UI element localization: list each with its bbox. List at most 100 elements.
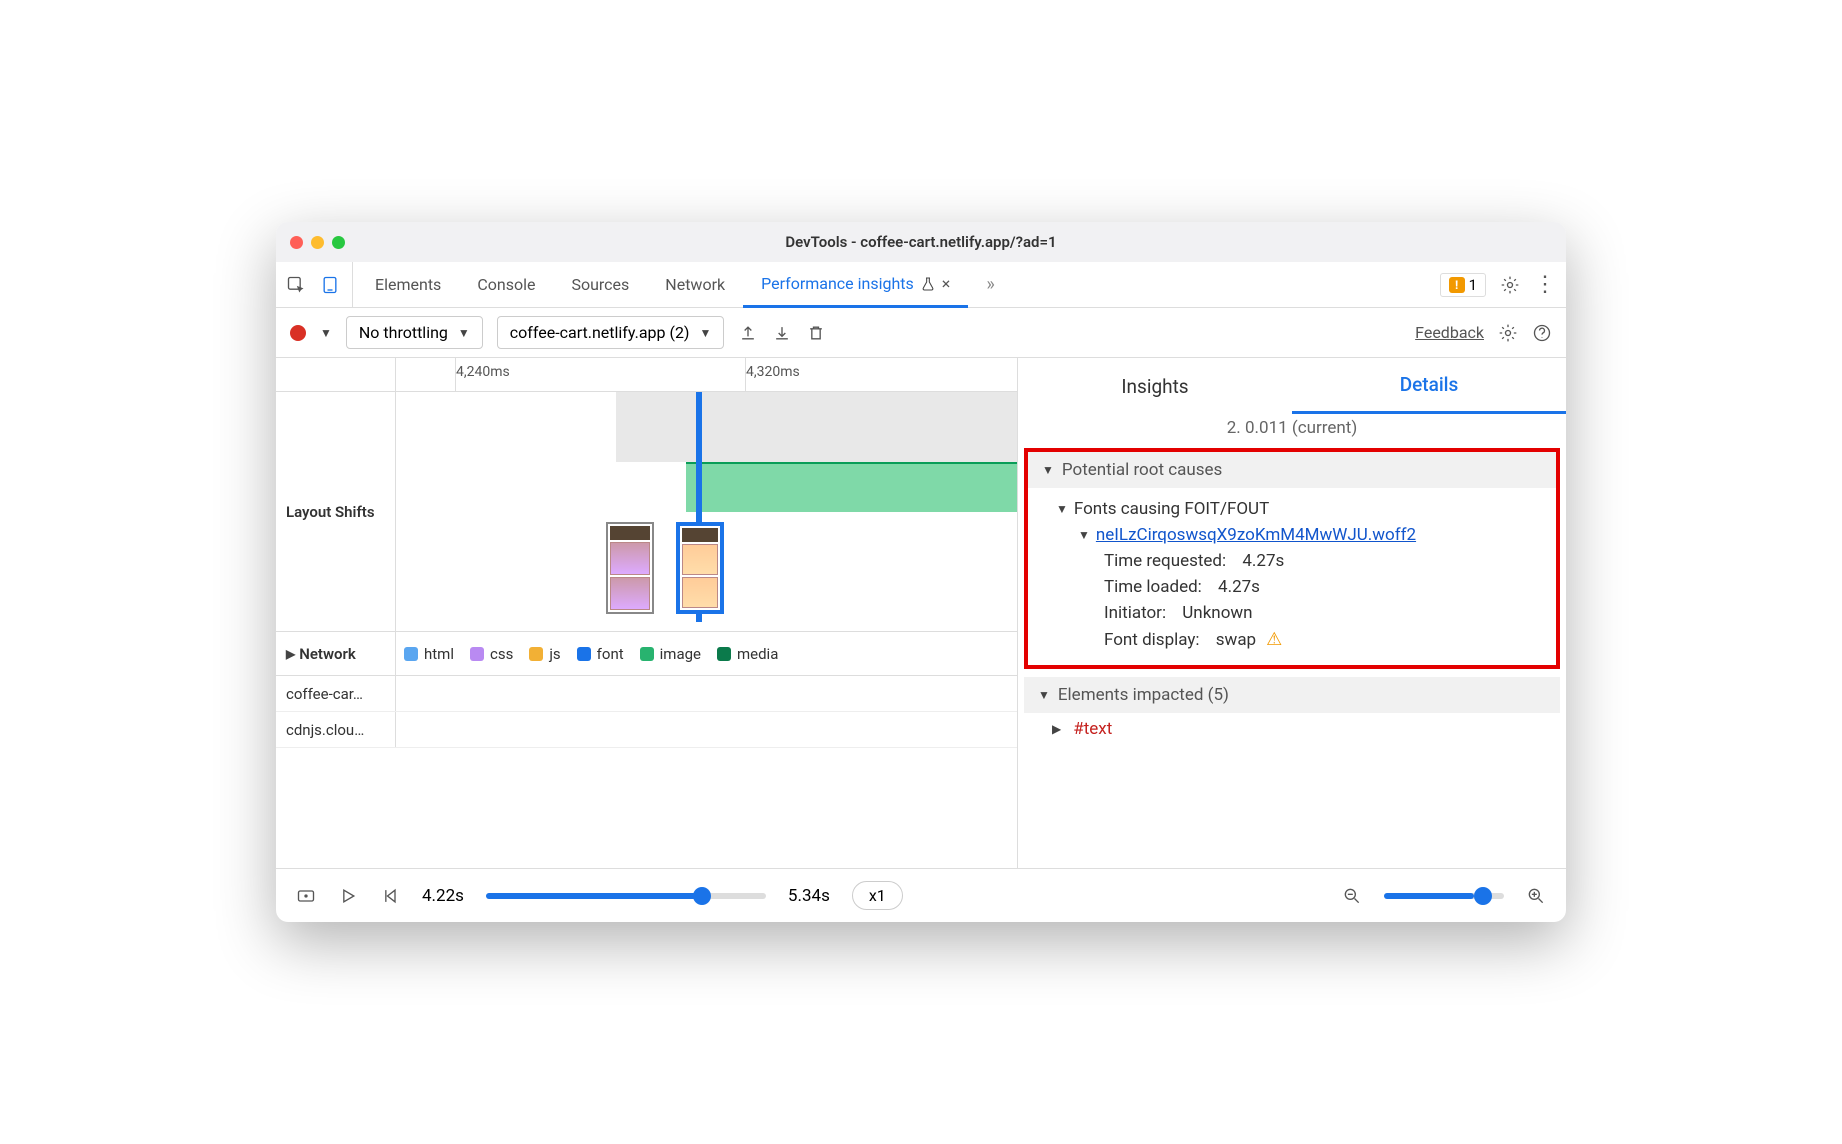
- network-request-row[interactable]: coffee-car…: [276, 676, 1017, 712]
- warnings-badge[interactable]: ! 1: [1440, 273, 1486, 297]
- ruler-tick: 4,320ms: [746, 364, 800, 380]
- zoom-out-icon[interactable]: [1342, 886, 1362, 906]
- feedback-link[interactable]: Feedback: [1415, 323, 1484, 342]
- legend-item-image: image: [640, 645, 701, 663]
- playback-speed[interactable]: x1: [852, 881, 903, 910]
- overflow-glyph: »: [986, 274, 994, 295]
- font-prop-initiator: Initiator: Unknown: [1056, 600, 1542, 626]
- network-legend: html css js font image media: [396, 632, 1017, 675]
- window-title: DevTools - coffee-cart.netlify.app/?ad=1: [276, 233, 1566, 251]
- network-request-row[interactable]: cdnjs.clou…: [276, 712, 1017, 748]
- playback-end-time: 5.34s: [788, 886, 830, 906]
- devtools-window: DevTools - coffee-cart.netlify.app/?ad=1…: [276, 222, 1566, 922]
- fonts-causing-row[interactable]: ▼ Fonts causing FOIT/FOUT: [1056, 496, 1542, 522]
- collapse-caret-icon: ▼: [1042, 463, 1054, 477]
- main-area: 4,240ms 4,320ms Layout Shifts: [276, 358, 1566, 868]
- throttling-value: No throttling: [359, 323, 448, 342]
- close-tab-icon[interactable]: ×: [942, 274, 951, 293]
- prev-detail-fragment: 2. 0.011 (current): [1018, 414, 1566, 448]
- legend-item-font: font: [577, 645, 624, 663]
- layout-shift-thumb[interactable]: [606, 522, 654, 614]
- preview-toggle-icon[interactable]: [296, 886, 316, 906]
- warning-triangle-icon: ⚠: [1266, 629, 1282, 650]
- chevron-down-icon: ▼: [700, 326, 712, 340]
- legend-item-js: js: [529, 645, 560, 663]
- devtools-tabbar: Elements Console Sources Network Perform…: [276, 262, 1566, 308]
- expand-caret-icon: ▶: [286, 647, 295, 661]
- inspect-icon[interactable]: [286, 275, 306, 295]
- ruler-tick: 4,240ms: [456, 364, 510, 380]
- chevron-down-icon: ▼: [458, 326, 470, 340]
- rewind-icon[interactable]: [380, 886, 400, 906]
- text-node-label: #text: [1067, 719, 1112, 739]
- timeline-ruler[interactable]: 4,240ms 4,320ms: [276, 358, 1017, 392]
- flask-icon: [920, 276, 936, 292]
- tab-network[interactable]: Network: [647, 262, 743, 307]
- collapse-caret-icon: ▼: [1078, 528, 1090, 542]
- tabs-overflow[interactable]: »: [968, 262, 1012, 307]
- warning-icon: !: [1449, 277, 1465, 293]
- details-pane: Insights Details 2. 0.011 (current) ▼ Po…: [1018, 358, 1566, 868]
- tab-elements[interactable]: Elements: [357, 262, 459, 307]
- font-prop-display: Font display: swap ⚠: [1056, 626, 1542, 653]
- kebab-menu-icon[interactable]: ⋮: [1534, 272, 1556, 297]
- tab-sources[interactable]: Sources: [553, 262, 647, 307]
- device-toggle-icon[interactable]: [320, 275, 340, 295]
- play-icon[interactable]: [338, 886, 358, 906]
- warning-count: 1: [1469, 276, 1477, 294]
- throttling-select[interactable]: No throttling ▼: [346, 316, 483, 349]
- layout-shifts-row: Layout Shifts: [276, 392, 1017, 632]
- gear-icon[interactable]: [1500, 275, 1520, 295]
- session-value: coffee-cart.netlify.app (2): [510, 323, 690, 342]
- elements-impacted-header[interactable]: ▼ Elements impacted (5): [1024, 677, 1560, 713]
- impacted-element-row[interactable]: ▶ #text: [1018, 713, 1566, 745]
- network-request-name: coffee-car…: [276, 676, 396, 711]
- help-icon[interactable]: [1532, 323, 1552, 343]
- settings-gear-icon[interactable]: [1498, 323, 1518, 343]
- upload-icon[interactable]: [738, 323, 758, 343]
- tab-label: Console: [477, 275, 535, 294]
- collapse-caret-icon: ▼: [1038, 688, 1050, 702]
- collapse-caret-icon: ▼: [1056, 502, 1068, 516]
- font-file-row[interactable]: ▼ neILzCirqoswsqX9zoKmM4MwWJU.woff2: [1056, 522, 1542, 548]
- playback-footer: 4.22s 5.34s x1: [276, 868, 1566, 922]
- font-prop-time-requested: Time requested: 4.27s: [1056, 548, 1542, 574]
- perf-toolbar: ▼ No throttling ▼ coffee-cart.netlify.ap…: [276, 308, 1566, 358]
- timeline-block: [616, 392, 1017, 462]
- session-select[interactable]: coffee-cart.netlify.app (2) ▼: [497, 316, 725, 349]
- font-file-link[interactable]: neILzCirqoswsqX9zoKmM4MwWJU.woff2: [1096, 525, 1416, 545]
- window-titlebar: DevTools - coffee-cart.netlify.app/?ad=1: [276, 222, 1566, 262]
- tab-console[interactable]: Console: [459, 262, 553, 307]
- root-causes-highlight: ▼ Potential root causes ▼ Fonts causing …: [1024, 448, 1560, 669]
- network-legend-row: ▶ Network html css js font image media: [276, 632, 1017, 676]
- zoom-in-icon[interactable]: [1526, 886, 1546, 906]
- trash-icon[interactable]: [806, 323, 826, 343]
- legend-item-html: html: [404, 645, 454, 663]
- zoom-slider[interactable]: [1384, 893, 1504, 899]
- playback-start-time: 4.22s: [422, 886, 464, 906]
- tab-performance-insights[interactable]: Performance insights ×: [743, 263, 968, 308]
- download-icon[interactable]: [772, 323, 792, 343]
- tab-label: Sources: [571, 275, 629, 294]
- root-causes-header[interactable]: ▼ Potential root causes: [1028, 452, 1556, 488]
- network-request-name: cdnjs.clou…: [276, 712, 396, 747]
- tab-label: Performance insights: [761, 274, 914, 293]
- timeline-block: [686, 462, 1017, 512]
- record-menu-caret[interactable]: ▼: [320, 326, 332, 340]
- font-prop-time-loaded: Time loaded: 4.27s: [1056, 574, 1542, 600]
- row-label-network[interactable]: ▶ Network: [276, 632, 396, 675]
- playback-slider[interactable]: [486, 893, 766, 899]
- tab-label: Elements: [375, 275, 441, 294]
- tab-insights[interactable]: Insights: [1018, 358, 1292, 414]
- layout-shift-thumb-selected[interactable]: [676, 522, 724, 614]
- tab-details[interactable]: Details: [1292, 358, 1566, 414]
- record-button[interactable]: [290, 325, 306, 341]
- legend-item-media: media: [717, 645, 778, 663]
- row-label-layout: Layout Shifts: [276, 392, 396, 631]
- details-tabs: Insights Details: [1018, 358, 1566, 414]
- legend-item-css: css: [470, 645, 513, 663]
- tab-label: Network: [665, 275, 725, 294]
- layout-shifts-track[interactable]: [396, 392, 1017, 631]
- timeline-pane: 4,240ms 4,320ms Layout Shifts: [276, 358, 1018, 868]
- expand-caret-icon: ▶: [1032, 722, 1061, 736]
